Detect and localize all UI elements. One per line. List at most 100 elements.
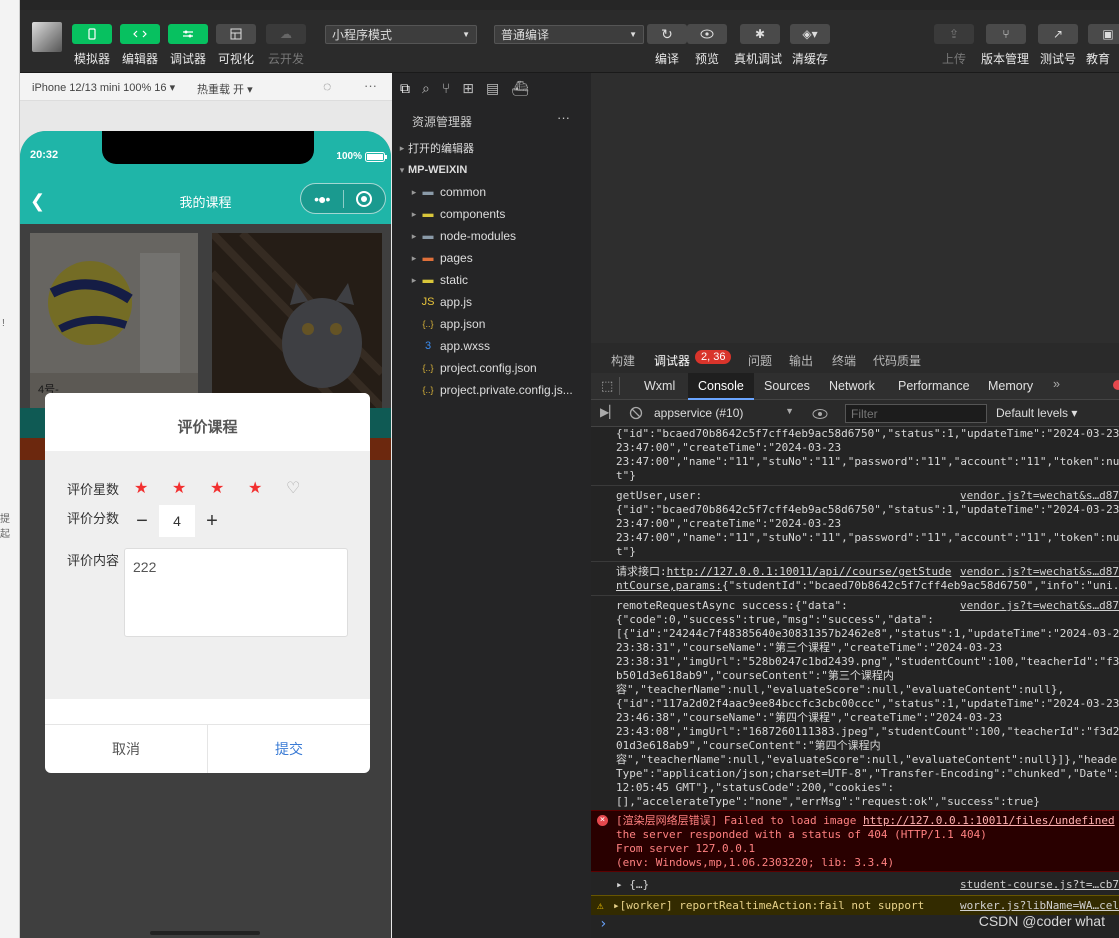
- tree-item-project-config-json[interactable]: {..} project.config.json: [392, 357, 591, 379]
- star-icon[interactable]: ★: [172, 478, 186, 498]
- tree-item-components[interactable]: ▸ ▬ components: [392, 203, 591, 225]
- explorer-more-icon[interactable]: ···: [557, 110, 570, 125]
- tree-item-app-wxss[interactable]: 3 app.wxss: [392, 335, 591, 357]
- error-url-link[interactable]: http://127.0.0.1:10011/files/undefined: [863, 814, 1115, 827]
- tab-build[interactable]: 构建: [611, 352, 635, 369]
- console-line: Type":"application/json;charset=UTF-8","…: [616, 767, 1119, 780]
- source-link[interactable]: worker.js?libName=WA…cel: [956, 899, 1119, 913]
- upload-button[interactable]: ⇪: [934, 24, 974, 44]
- capsule-button[interactable]: •●•: [300, 183, 386, 214]
- filter-input[interactable]: [845, 404, 987, 423]
- editor-toggle-button[interactable]: [120, 24, 160, 44]
- tree-item-common[interactable]: ▸ ▬ common: [392, 181, 591, 203]
- preview-button[interactable]: [687, 24, 727, 44]
- content-textarea[interactable]: 222: [124, 548, 348, 637]
- test-account-button[interactable]: ↗: [1038, 24, 1078, 44]
- source-link[interactable]: student-course.js?t=…cb7: [956, 878, 1119, 892]
- heart-outline-icon[interactable]: ♡: [286, 478, 300, 498]
- files-icon[interactable]: ⧉: [400, 80, 410, 97]
- source-link[interactable]: vendor.js?t=wechat&s…d87: [956, 489, 1119, 503]
- console-prompt[interactable]: ›: [599, 917, 607, 931]
- tree-item-label: node-modules: [440, 229, 517, 243]
- more-icon[interactable]: ···: [364, 78, 377, 93]
- tab-problems[interactable]: 问题: [748, 352, 772, 369]
- sidebar-toggle-icon[interactable]: ▶▏: [600, 405, 618, 419]
- json-file-icon: {..}: [422, 385, 434, 395]
- version-button[interactable]: ⑂: [986, 24, 1026, 44]
- request-url-link[interactable]: http://127.0.0.1:10011/api//course/getSt…: [667, 565, 952, 578]
- tree-item-pages[interactable]: ▸ ▬ pages: [392, 247, 591, 269]
- compile-select[interactable]: 普通编译 ▼: [494, 25, 644, 44]
- tree-item-app-js[interactable]: JS app.js: [392, 291, 591, 313]
- more-tabs-icon[interactable]: »: [1053, 377, 1060, 391]
- tab-terminal[interactable]: 终端: [832, 352, 856, 369]
- folder-icon: ▬: [422, 208, 434, 220]
- star-icon[interactable]: ★: [134, 478, 148, 498]
- tree-item-project-private-config-js-[interactable]: {..} project.private.config.js...: [392, 379, 591, 401]
- object-expander[interactable]: ▸ {…}: [616, 878, 649, 892]
- console-line: 23:43:08","imgUrl":"1687260111383.jpeg",…: [616, 725, 1119, 738]
- star-icon[interactable]: ★: [248, 478, 262, 498]
- context-select[interactable]: appservice (#10) ▼: [654, 400, 794, 426]
- tab-output[interactable]: 输出: [789, 352, 813, 369]
- tree-item-label: project.private.config.js...: [440, 383, 573, 397]
- tab-console[interactable]: Console: [688, 373, 754, 400]
- log-levels-select[interactable]: Default levels ▾: [996, 406, 1077, 420]
- tab-code-quality[interactable]: 代码质量: [873, 352, 921, 369]
- education-button[interactable]: ▣: [1088, 24, 1119, 44]
- clear-cache-button[interactable]: ◈▾: [790, 24, 830, 44]
- chevron-down-icon: ▼: [462, 30, 470, 39]
- folder-icon: ▬: [422, 252, 434, 264]
- extensions-icon[interactable]: ⊞: [462, 80, 474, 97]
- clear-console-icon[interactable]: [629, 406, 643, 420]
- storage-icon[interactable]: ▤: [486, 80, 499, 97]
- visual-toggle-button[interactable]: [216, 24, 256, 44]
- error-line: From server 127.0.0.1: [616, 842, 756, 855]
- search-icon[interactable]: ⌕: [422, 80, 430, 97]
- open-editors-section[interactable]: ▸ 打开的编辑器: [392, 137, 591, 159]
- source-control-icon[interactable]: ⑂: [442, 80, 450, 96]
- minus-button[interactable]: −: [125, 505, 159, 537]
- compile-button[interactable]: ↻: [647, 24, 687, 44]
- remote-debug-button[interactable]: ✱: [740, 24, 780, 44]
- eye-icon[interactable]: [811, 408, 829, 420]
- tab-sources[interactable]: Sources: [764, 379, 810, 393]
- error-dot-icon[interactable]: [1113, 380, 1119, 390]
- tab-performance[interactable]: Performance: [898, 379, 970, 393]
- tree-item-app-json[interactable]: {..} app.json: [392, 313, 591, 335]
- request-url-link[interactable]: ntCourse,params:: [616, 579, 722, 592]
- tree-item-static[interactable]: ▸ ▬ static: [392, 269, 591, 291]
- hot-reload-toggle[interactable]: 热重载 开 ▾: [197, 81, 253, 97]
- source-link[interactable]: vendor.js?t=wechat&s…d87: [956, 565, 1119, 579]
- simulator-toggle-button[interactable]: [72, 24, 112, 44]
- open-editors-label: 打开的编辑器: [408, 143, 474, 155]
- device-select[interactable]: iPhone 12/13 mini 100% 16 ▾: [32, 81, 175, 94]
- docker-icon[interactable]: ⛴: [511, 80, 529, 97]
- mode-select[interactable]: 小程序模式 ▼: [325, 25, 477, 44]
- cancel-button[interactable]: 取消: [45, 725, 208, 773]
- inspect-icon[interactable]: ⬚: [601, 378, 613, 394]
- warning-icon: ⚠: [597, 899, 604, 912]
- status-time: 20:32: [30, 149, 59, 161]
- submit-button[interactable]: 提交: [208, 725, 370, 773]
- tab-debugger[interactable]: 调试器: [654, 352, 690, 369]
- source-link[interactable]: vendor.js?t=wechat&s…d87: [956, 599, 1119, 613]
- simulator-label: 模拟器: [74, 52, 111, 66]
- score-value[interactable]: 4: [159, 505, 195, 537]
- rotate-icon[interactable]: ◌: [323, 78, 331, 94]
- star-icon[interactable]: ★: [210, 478, 224, 498]
- project-section[interactable]: ▾ MP-WEIXIN: [392, 159, 591, 181]
- avatar[interactable]: [32, 22, 62, 52]
- tab-memory[interactable]: Memory: [988, 379, 1033, 393]
- cloud-dev-button[interactable]: ☁: [266, 24, 306, 44]
- debugger-toggle-button[interactable]: [168, 24, 208, 44]
- modal-title: 评价课程: [45, 393, 370, 451]
- menu-dots-icon[interactable]: •●•: [301, 191, 343, 207]
- tree-item-node-modules[interactable]: ▸ ▬ node-modules: [392, 225, 591, 247]
- close-target-icon[interactable]: [343, 189, 385, 209]
- tab-network[interactable]: Network: [829, 379, 875, 393]
- error-count-badge: 2, 36: [695, 350, 732, 364]
- tab-wxml[interactable]: Wxml: [644, 379, 675, 393]
- plus-button[interactable]: +: [195, 505, 229, 537]
- score-stepper[interactable]: − 4 +: [125, 505, 235, 537]
